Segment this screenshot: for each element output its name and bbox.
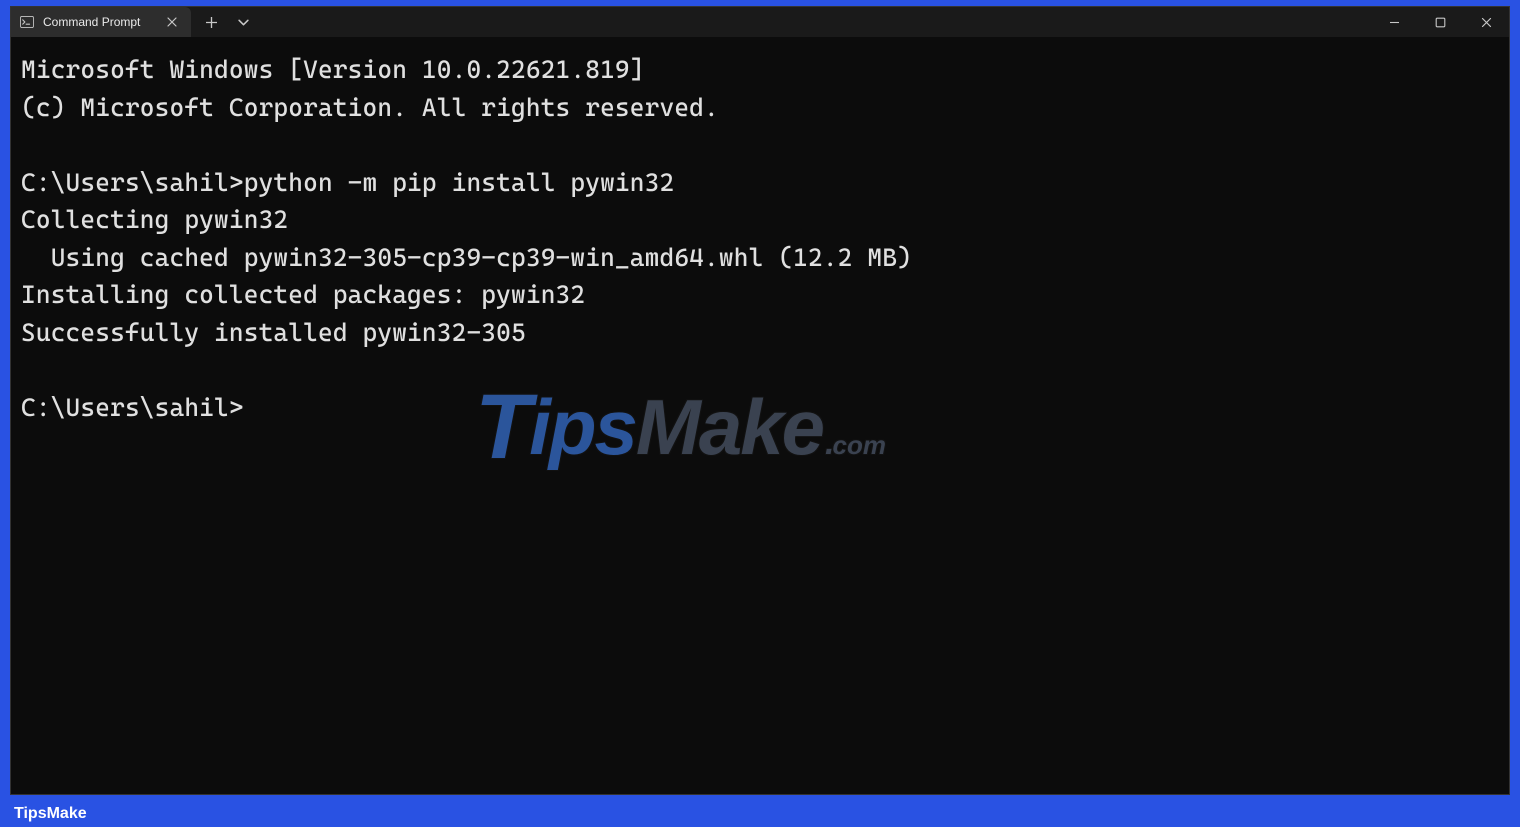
close-button[interactable] xyxy=(1463,7,1509,37)
terminal-body[interactable]: Microsoft Windows [Version 10.0.22621.81… xyxy=(11,37,1509,794)
terminal-window: Command Prompt Micros xyxy=(10,6,1510,795)
title-bar: Command Prompt xyxy=(11,7,1509,37)
maximize-button[interactable] xyxy=(1417,7,1463,37)
tab-title: Command Prompt xyxy=(43,15,155,29)
tab-close-button[interactable] xyxy=(163,13,181,31)
watermark-com: com xyxy=(832,430,885,461)
new-tab-button[interactable] xyxy=(197,8,225,36)
title-bar-drag-area[interactable] xyxy=(257,7,1371,37)
footer-caption: TipsMake xyxy=(0,801,1520,827)
minimize-button[interactable] xyxy=(1371,7,1417,37)
tab-dropdown-button[interactable] xyxy=(229,8,257,36)
footer-label: TipsMake xyxy=(14,805,87,823)
terminal-icon xyxy=(19,14,35,30)
tab-controls xyxy=(191,7,257,37)
terminal-output: Microsoft Windows [Version 10.0.22621.81… xyxy=(21,51,1499,426)
window-controls xyxy=(1371,7,1509,37)
watermark-dot: . xyxy=(825,424,832,463)
tab-command-prompt[interactable]: Command Prompt xyxy=(11,7,191,37)
